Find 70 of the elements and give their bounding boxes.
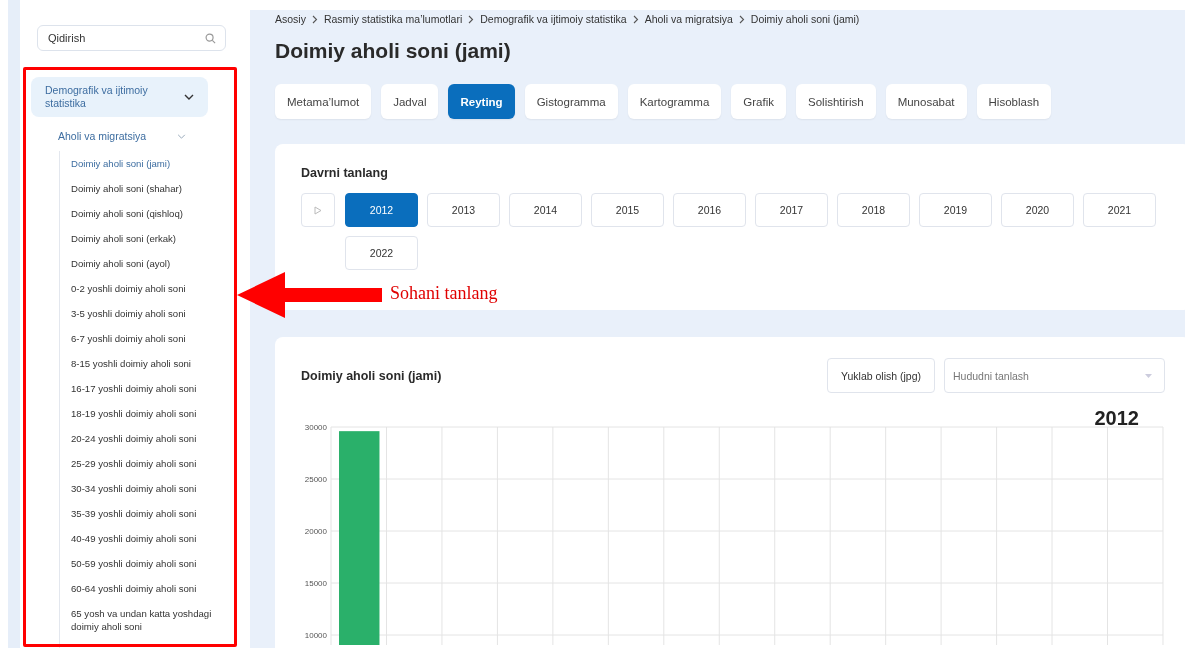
tab[interactable]: Hisoblash bbox=[976, 84, 1052, 119]
search-field[interactable]: Qidirish bbox=[37, 25, 226, 51]
breadcrumb-link[interactable]: Doimiy aholi soni (jami) bbox=[750, 13, 860, 25]
tab[interactable]: Solishtirish bbox=[796, 84, 876, 119]
download-button[interactable]: Yuklab olish (jpg) bbox=[827, 358, 935, 393]
tree-item[interactable]: 35-39 yoshli doimiy aholi soni bbox=[71, 501, 221, 526]
tree-item[interactable]: 8-15 yoshli doimiy aholi soni bbox=[71, 351, 221, 376]
annotation-text: Sohani tanlang bbox=[390, 283, 498, 304]
year-button[interactable]: 2014 bbox=[509, 193, 582, 227]
tree-item[interactable]: 50-59 yoshli doimiy aholi soni bbox=[71, 551, 221, 576]
tree-item[interactable]: 0-2 yoshli doimiy aholi soni bbox=[71, 276, 221, 301]
year-label: 2012 bbox=[1094, 408, 1139, 428]
breadcrumb-link[interactable]: Asosiy bbox=[275, 13, 306, 25]
year-button[interactable]: 2015 bbox=[591, 193, 664, 227]
year-button[interactable]: 2019 bbox=[919, 193, 992, 227]
year-button[interactable]: 2018 bbox=[837, 193, 910, 227]
axis-tick-label: 30000 bbox=[304, 423, 327, 432]
year-button[interactable]: 2022 bbox=[345, 236, 418, 270]
chevron-icon bbox=[184, 94, 194, 100]
breadcrumb-link[interactable]: Aholi va migratsiya bbox=[644, 13, 733, 25]
tree-item[interactable]: Doimiy aholi soni (qishloq) bbox=[71, 201, 221, 226]
axis-tick-label: 25000 bbox=[304, 475, 327, 484]
year-button[interactable]: 2021 bbox=[1083, 193, 1156, 227]
tree-item[interactable]: 25-29 yoshli doimiy aholi soni bbox=[71, 451, 221, 476]
breadcrumb-link[interactable]: Demografik va ijtimoiy statistika bbox=[480, 13, 627, 25]
tree-item[interactable]: 40-49 yoshli doimiy aholi soni bbox=[71, 526, 221, 551]
search-icon bbox=[205, 33, 216, 44]
tree-item[interactable]: Doimiy aholi soni (shahar) bbox=[71, 176, 221, 201]
tree-item[interactable]: 3-5 yoshli doimiy aholi soni bbox=[71, 301, 221, 326]
tree-item[interactable]: 20-24 yoshli doimiy aholi soni bbox=[71, 426, 221, 451]
chevron-right-icon bbox=[468, 14, 475, 24]
tree-item[interactable]: Doimiy aholi soni (jami) bbox=[71, 151, 221, 176]
axis-tick-label: 20000 bbox=[304, 527, 327, 536]
year-button[interactable]: 2012 bbox=[345, 193, 418, 227]
dropdown-arrow-icon bbox=[1145, 373, 1152, 378]
tree-item[interactable]: 30-34 yoshli doimiy aholi soni bbox=[71, 476, 221, 501]
tab[interactable]: Gistogramma bbox=[524, 84, 618, 119]
tree-item[interactable]: Demografik va ijtimoiy statistika bbox=[31, 77, 208, 117]
chevron-right-icon bbox=[738, 14, 745, 24]
tree-item[interactable]: 18-19 yoshli doimiy aholi soni bbox=[71, 401, 221, 426]
tree-item[interactable]: Aholi va migratsiya bbox=[58, 130, 186, 142]
page-title: Doimiy aholi soni (jami) bbox=[275, 39, 512, 63]
chevron-right-icon bbox=[632, 14, 639, 24]
axis-tick-label: 15000 bbox=[304, 579, 327, 588]
play-icon bbox=[314, 205, 322, 215]
arrow-icon bbox=[237, 270, 382, 320]
tree-item[interactable]: Doimiy aholi soni (erkak) bbox=[71, 226, 221, 251]
chevron-icon bbox=[177, 133, 186, 139]
axis-tick-label: 10000 bbox=[304, 631, 327, 640]
tab[interactable]: Munosabat bbox=[885, 84, 967, 119]
tab[interactable]: Metama’lumot bbox=[275, 84, 372, 119]
year-button[interactable]: 2017 bbox=[755, 193, 828, 227]
year-button[interactable]: 2013 bbox=[427, 193, 500, 227]
breadcrumb-link[interactable]: Rasmiy statistika ma’lumotlari bbox=[323, 13, 463, 25]
tree-item[interactable]: 60-64 yoshli doimiy aholi soni bbox=[71, 576, 221, 601]
tab[interactable]: Jadval bbox=[381, 84, 439, 119]
tree-item[interactable]: Doimiy aholi soni (ayol) bbox=[71, 251, 221, 276]
play-button[interactable] bbox=[301, 193, 335, 227]
tree-item[interactable]: 6-7 yoshli doimiy aholi soni bbox=[71, 326, 221, 351]
region-dropdown[interactable]: Hududni tanlash bbox=[944, 358, 1165, 393]
year-button[interactable]: 2020 bbox=[1001, 193, 1074, 227]
year-button[interactable]: 2016 bbox=[673, 193, 746, 227]
tab[interactable]: Kartogramma bbox=[627, 84, 722, 119]
section-title: Davrni tanlang bbox=[301, 166, 389, 180]
tree-item[interactable]: 16-17 yoshli doimiy aholi soni bbox=[71, 376, 221, 401]
tab[interactable]: Reyting bbox=[448, 84, 515, 119]
tree-item[interactable]: 65 yosh va undan katta yoshdagi doimiy aholi soni bbox=[71, 601, 221, 639]
chart-title: Doimiy aholi soni (jami) bbox=[301, 368, 443, 383]
chevron-right-icon bbox=[311, 14, 318, 24]
tab[interactable]: Grafik bbox=[731, 84, 786, 119]
